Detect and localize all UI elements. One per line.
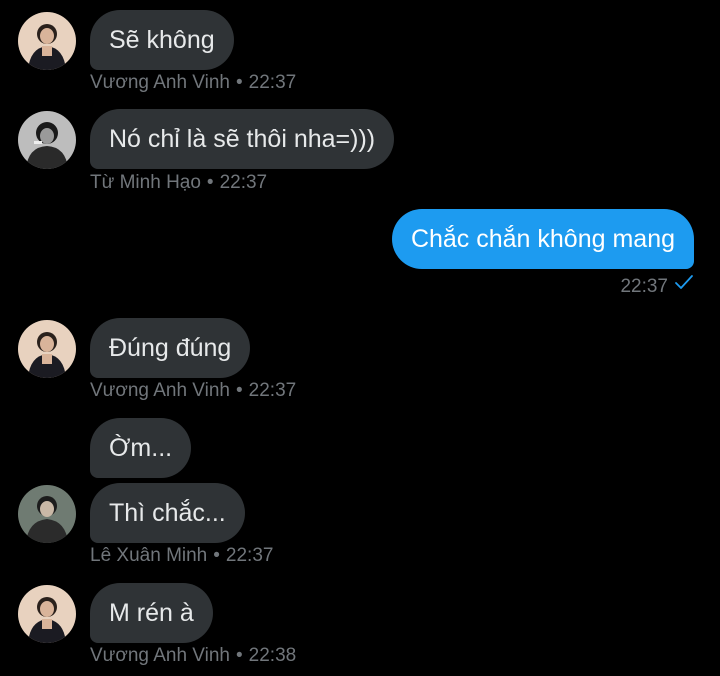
message-meta: Từ Minh Hạo • 22:37 bbox=[90, 171, 267, 195]
sender-name: Vương Anh Vinh bbox=[90, 380, 230, 401]
message-bubble[interactable]: M rén à bbox=[90, 583, 213, 643]
sender-avatar[interactable] bbox=[18, 585, 76, 643]
separator-dot: • bbox=[236, 380, 243, 401]
message-time: 22:37 bbox=[219, 172, 268, 193]
sender-name: Vương Anh Vinh bbox=[90, 645, 230, 666]
sender-name: Vương Anh Vinh bbox=[90, 72, 230, 93]
message-meta: Vương Anh Vinh • 22:38 bbox=[90, 644, 296, 668]
message-bubble[interactable]: Ờm... bbox=[90, 418, 192, 478]
message-meta: Lê Xuân Minh • 22:37 bbox=[90, 544, 273, 568]
message-time: 22:37 bbox=[248, 380, 297, 401]
sender-avatar[interactable] bbox=[18, 111, 76, 169]
separator-dot: • bbox=[213, 545, 220, 566]
message-time: 22:38 bbox=[248, 645, 297, 666]
sender-avatar[interactable] bbox=[18, 12, 76, 70]
message-bubble[interactable]: Thì chắc... bbox=[90, 483, 245, 543]
sender-name: Lê Xuân Minh bbox=[90, 545, 208, 566]
check-icon bbox=[674, 273, 694, 297]
message-bubble[interactable]: Nó chỉ là sẽ thôi nha=))) bbox=[90, 109, 395, 169]
message-bubble-outgoing[interactable]: Chắc chắn không mang bbox=[391, 209, 694, 269]
message-bubble[interactable]: Sẽ không bbox=[90, 10, 234, 70]
message-meta: Vương Anh Vinh • 22:37 bbox=[90, 379, 296, 403]
message-time: 22:37 bbox=[225, 545, 274, 566]
sender-name: Từ Minh Hạo bbox=[90, 172, 201, 193]
message-meta: 22:37 bbox=[620, 275, 694, 299]
message-bubble[interactable]: Đúng đúng bbox=[90, 318, 251, 378]
message-time: 22:37 bbox=[248, 72, 297, 93]
separator-dot: • bbox=[236, 645, 243, 666]
message-meta: Vương Anh Vinh • 22:37 bbox=[90, 71, 296, 95]
separator-dot: • bbox=[206, 172, 214, 193]
separator-dot: • bbox=[236, 72, 243, 93]
sender-avatar[interactable] bbox=[18, 320, 76, 378]
sender-avatar[interactable] bbox=[18, 485, 76, 543]
message-time: 22:37 bbox=[620, 276, 668, 297]
